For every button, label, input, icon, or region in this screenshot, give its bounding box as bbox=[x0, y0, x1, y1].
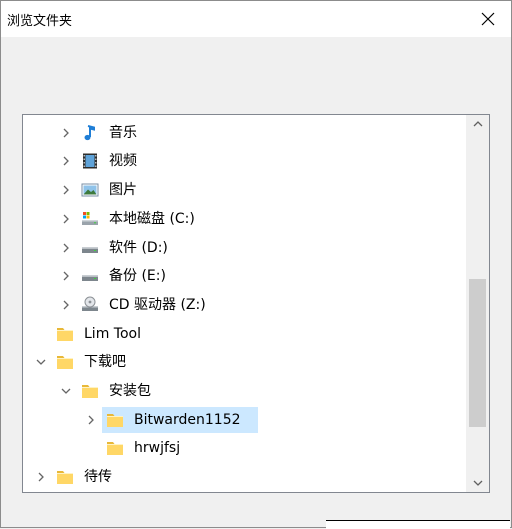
tree-item-label: 下载吧 bbox=[84, 354, 126, 370]
folder-icon bbox=[57, 356, 73, 369]
tree-item-selected[interactable]: Bitwarden1152 bbox=[23, 406, 464, 434]
tree-item[interactable]: 备份 (E:) bbox=[23, 262, 464, 290]
chevron-right-icon[interactable] bbox=[61, 271, 71, 281]
chevron-down-icon[interactable] bbox=[61, 386, 71, 396]
tree-item-label: 视频 bbox=[109, 153, 137, 169]
folder-icon bbox=[57, 328, 73, 341]
tree-item-label: 软件 (D:) bbox=[109, 240, 168, 256]
folder-icon bbox=[82, 385, 98, 398]
tree-item[interactable]: 软件 (D:) bbox=[23, 234, 464, 262]
tree-item-label: 安装包 bbox=[109, 383, 151, 399]
tree-item[interactable]: 图片 bbox=[23, 176, 464, 204]
dialog-title: 浏览文件夹 bbox=[7, 14, 73, 29]
tree-item[interactable]: 安装包 bbox=[23, 377, 464, 405]
tree-item-label: Lim Tool bbox=[84, 326, 141, 342]
close-icon bbox=[481, 12, 495, 26]
vertical-scrollbar[interactable] bbox=[466, 115, 489, 492]
scroll-thumb[interactable] bbox=[469, 279, 486, 427]
chevron-down-icon[interactable] bbox=[36, 357, 46, 367]
browse-folder-dialog: 浏览文件夹 音乐 视频 图片 本地磁盘 (C:) 软件 (D:) 备份 (E:)… bbox=[0, 0, 512, 528]
chevron-right-icon[interactable] bbox=[61, 185, 71, 195]
tree-item[interactable]: 本地磁盘 (C:) bbox=[23, 205, 464, 233]
tree-item[interactable]: 待传 bbox=[23, 463, 464, 491]
chevron-right-icon[interactable] bbox=[86, 415, 96, 425]
tree-item-label: 本地磁盘 (C:) bbox=[109, 211, 195, 227]
pictures-icon bbox=[81, 183, 99, 197]
chevron-right-icon[interactable] bbox=[61, 156, 71, 166]
tree-item[interactable]: 音乐 bbox=[23, 119, 464, 147]
close-button[interactable] bbox=[465, 1, 511, 37]
tree-item-label: CD 驱动器 (Z:) bbox=[109, 297, 206, 313]
tree-item[interactable]: 视频 bbox=[23, 147, 464, 175]
music-icon bbox=[84, 125, 95, 141]
scroll-down-button[interactable] bbox=[466, 475, 489, 492]
chevron-right-icon[interactable] bbox=[61, 300, 71, 310]
drive-icon bbox=[82, 275, 98, 281]
tree-item[interactable]: CD 驱动器 (Z:) bbox=[23, 291, 464, 319]
tree-item-label: hrwjfsj bbox=[134, 440, 181, 456]
chevron-up-icon bbox=[473, 121, 482, 127]
folder-tree[interactable]: 音乐 视频 图片 本地磁盘 (C:) 软件 (D:) 备份 (E:) CD 驱动… bbox=[22, 114, 490, 493]
chevron-right-icon[interactable] bbox=[61, 214, 71, 224]
chevron-right-icon[interactable] bbox=[36, 472, 46, 482]
cd-drive-icon bbox=[82, 296, 98, 311]
folder-icon bbox=[107, 442, 123, 455]
drive-icon bbox=[82, 247, 98, 253]
scroll-up-button[interactable] bbox=[466, 115, 489, 132]
chevron-right-icon[interactable] bbox=[61, 128, 71, 138]
tree-item-label: 备份 (E:) bbox=[109, 268, 166, 284]
tree-item[interactable]: Lim Tool bbox=[23, 320, 464, 348]
tree-item-label: 音乐 bbox=[109, 125, 137, 141]
folder-icon bbox=[57, 471, 73, 484]
tree-item-label: Bitwarden1152 bbox=[134, 412, 241, 428]
chevron-right-icon[interactable] bbox=[61, 243, 71, 253]
video-icon bbox=[83, 153, 97, 169]
system-drive-icon bbox=[82, 212, 98, 225]
title-bar: 浏览文件夹 bbox=[1, 1, 511, 37]
folder-icon bbox=[107, 414, 123, 427]
tree-item-label: 待传 bbox=[84, 469, 112, 485]
chevron-down-icon bbox=[473, 480, 482, 486]
tree-item[interactable]: 下载吧 bbox=[23, 348, 464, 376]
tree-item[interactable]: hrwjfsj bbox=[23, 434, 464, 462]
tree-item-label: 图片 bbox=[109, 182, 137, 198]
